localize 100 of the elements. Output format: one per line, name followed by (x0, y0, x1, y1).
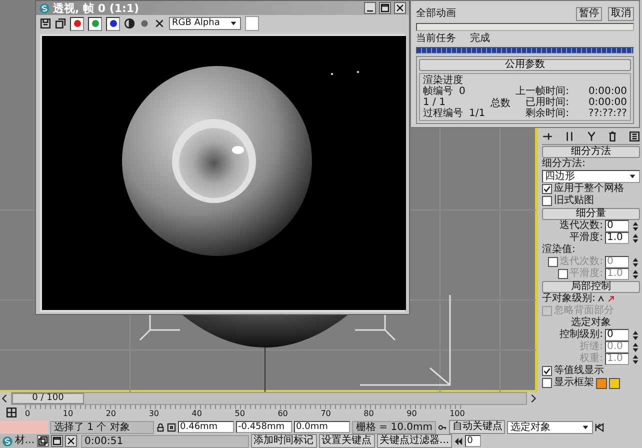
spinner-field[interactable]: 0 (605, 220, 629, 232)
x-coordinate-field[interactable]: 0.46mm (178, 421, 234, 433)
monochrome-icon[interactable] (139, 18, 150, 29)
app-logo-icon (39, 2, 50, 14)
stat-label: 帧编号 (423, 86, 453, 97)
panel-label: 细分方法: (542, 158, 586, 170)
absolute-mode-icon[interactable] (167, 422, 176, 432)
minimized-window[interactable]: 材... (0, 434, 79, 448)
panel-label: 选定对象 (570, 317, 612, 328)
timeline-tick-label: 20 (106, 409, 116, 419)
spinner-label: 迭代次数: (560, 220, 603, 232)
close-icon[interactable] (64, 435, 77, 447)
previous-frame-icon[interactable] (454, 436, 464, 446)
rollout-header[interactable]: 公用参数 (419, 59, 631, 71)
stat-value: 0:00:00 (587, 97, 627, 108)
stat-label: 总数 (490, 96, 510, 110)
scroll-right-icon[interactable] (529, 394, 538, 402)
spinner-arrows-icon[interactable] (631, 222, 640, 230)
subdivision-dropdown[interactable]: 四边形 (542, 170, 640, 183)
rollout-header[interactable]: 局部控制 (542, 281, 640, 293)
y-coordinate-field[interactable]: -0.458mm (236, 421, 292, 433)
spinner-arrows-icon[interactable] (631, 270, 640, 278)
time-slider-track[interactable]: 0 / 100 (11, 392, 527, 404)
checkbox[interactable] (542, 366, 552, 376)
set-key-button[interactable]: 设置关键点 (318, 434, 375, 448)
fork-icon[interactable] (586, 131, 596, 142)
channel-toggle[interactable] (88, 16, 102, 30)
app-logo-icon (2, 436, 13, 446)
key-filters-button[interactable]: 关键点过滤器... (376, 434, 452, 448)
clear-icon[interactable] (154, 18, 165, 29)
spinner-arrows-icon[interactable] (631, 342, 640, 352)
channel-toggle[interactable] (106, 16, 120, 30)
dropdown-arrow-icon (581, 422, 590, 432)
stat-value: 0 (459, 86, 466, 97)
close-icon[interactable] (394, 2, 406, 14)
progress-label: 全部动画 (416, 8, 456, 20)
frame-field[interactable]: 0 (465, 435, 482, 447)
script-field[interactable] (0, 421, 48, 433)
checkbox-label: 显示框架 (554, 377, 594, 389)
dropdown-arrow-icon (229, 19, 238, 28)
restore-icon[interactable] (36, 435, 49, 447)
spinner-arrows-icon[interactable] (631, 330, 640, 340)
stat-value: ??:??:?? (587, 108, 627, 119)
spinner-field[interactable]: 1.0 (605, 232, 629, 244)
channel-dropdown[interactable]: RGB Alpha (169, 17, 241, 30)
checkbox[interactable] (542, 196, 552, 206)
spinner-field[interactable]: 0 (605, 329, 629, 341)
timeline-tick-label: 40 (192, 409, 202, 419)
save-image-icon[interactable] (40, 18, 51, 29)
rollout-header[interactable]: 细分方法 (542, 146, 640, 158)
task-status: 完成 (470, 32, 490, 44)
key-mode-dropdown[interactable]: 选定对象 (507, 420, 594, 434)
spinner-arrows-icon[interactable] (631, 354, 640, 364)
minimize-icon[interactable] (364, 2, 376, 14)
maximize-icon[interactable] (379, 2, 391, 14)
timeline-track[interactable]: 0 10 20 30 40 50 60 70 80 90 100 (25, 405, 465, 419)
stat-value: 1/1 (469, 108, 486, 119)
spinner-label: 平滑度: (570, 268, 603, 280)
timeline-tick-label: 100 (450, 409, 465, 419)
alpha-icon[interactable] (124, 18, 135, 29)
checkbox[interactable] (542, 184, 552, 194)
dialog-button[interactable]: 暂停 (576, 7, 602, 21)
spinner-label: 迭代次数: (560, 256, 603, 268)
z-coordinate-field[interactable]: 0.0mm (294, 421, 350, 433)
time-slider-thumb[interactable]: 0 / 100 (12, 392, 84, 404)
timeline-tick-label: 30 (148, 409, 159, 419)
spinner-label: 平滑度: (570, 232, 603, 244)
go-to-start-icon[interactable] (595, 422, 604, 432)
checkbox[interactable] (542, 378, 552, 388)
timeline-tick-label: 0 (25, 409, 30, 419)
add-time-tag-button[interactable]: 添加时间标记 (250, 434, 317, 448)
key-icon[interactable] (438, 422, 448, 432)
spinner-label: 折缝: (580, 341, 603, 352)
auto-key-button[interactable]: 自动关键点 (449, 420, 506, 434)
lock-icon[interactable] (156, 422, 165, 432)
channel-toggle[interactable] (70, 16, 84, 30)
clone-icon[interactable] (55, 18, 66, 29)
color-swatch[interactable] (245, 16, 259, 31)
pause-icon[interactable] (564, 131, 575, 142)
grid-status: 栅格 = 10.0mm (352, 420, 436, 434)
checkbox-label: 忽略背面部分 (554, 305, 614, 316)
rollout-header[interactable]: 细分量 (542, 208, 640, 220)
curve-editor-icon[interactable] (6, 406, 17, 418)
arrow-icon[interactable] (607, 295, 616, 303)
selection-status: 选择了 1 个 对象 (50, 420, 154, 434)
maximize-icon[interactable] (50, 435, 63, 447)
spinner-arrows-icon[interactable] (631, 234, 640, 242)
timeline-tick-label: 90 (406, 409, 417, 419)
trash-icon[interactable] (607, 131, 618, 142)
color-swatch[interactable] (596, 378, 607, 388)
spinner-arrows-icon[interactable] (631, 258, 640, 266)
window-title: 透视, 帧 0 (1:1) (53, 0, 140, 16)
render-time: 0:00:51 (80, 434, 249, 448)
color-swatch[interactable] (609, 378, 620, 388)
panel-label: 子对象级别: (542, 293, 596, 304)
scroll-left-icon[interactable] (0, 394, 9, 402)
dialog-button[interactable]: 取消 (608, 7, 634, 21)
timeline-tick-label: 70 (320, 409, 331, 419)
spinner-label: 权重: (580, 353, 603, 364)
group-label: 渲染进度 (423, 75, 464, 86)
